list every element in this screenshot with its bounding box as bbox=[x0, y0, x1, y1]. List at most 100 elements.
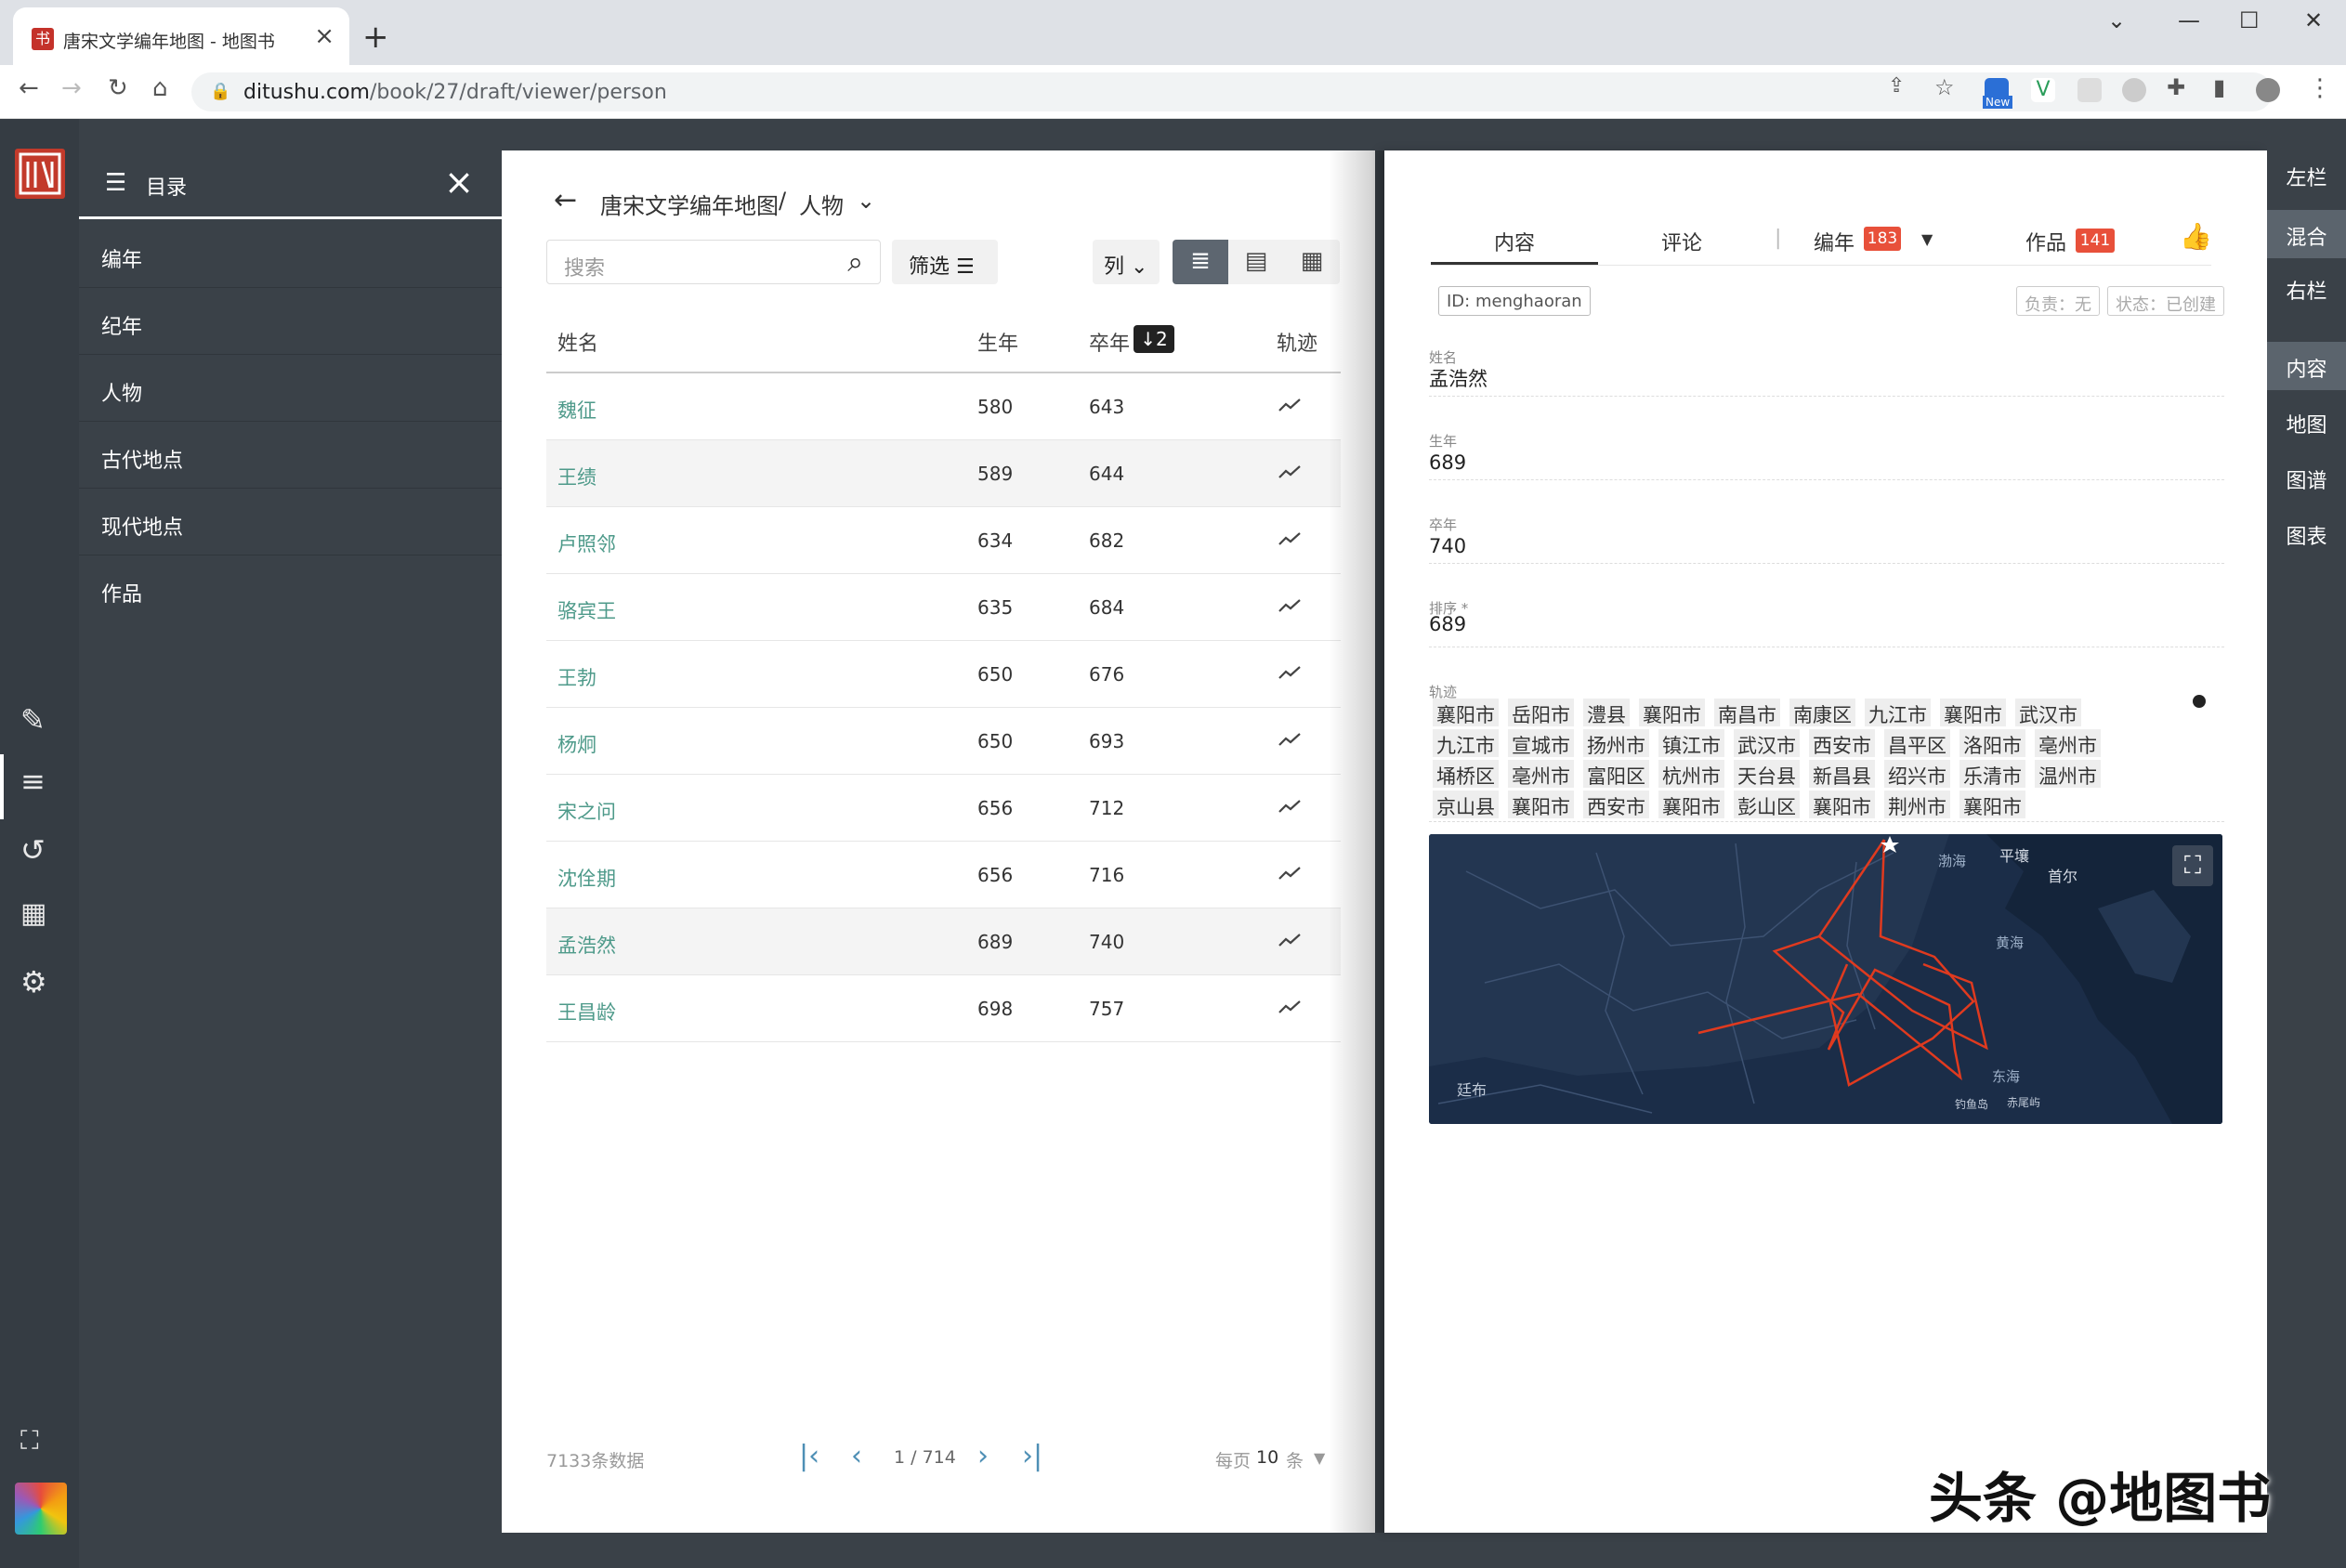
person-name-link[interactable]: 王绩 bbox=[557, 463, 596, 490]
columns-dropdown[interactable]: 列 ⌄ bbox=[1093, 240, 1160, 284]
filter-button[interactable]: 筛选 ☰ bbox=[892, 240, 998, 284]
breadcrumb-chevron-down-icon[interactable]: ⌄ bbox=[857, 188, 875, 214]
like-thumb-icon[interactable]: 👍 bbox=[2180, 221, 2212, 252]
trend-line-icon[interactable] bbox=[1277, 927, 1303, 953]
table-row[interactable]: 孟浩然 689 740 bbox=[546, 908, 1341, 975]
person-name-link[interactable]: 沈佺期 bbox=[557, 864, 616, 892]
track-place-tag[interactable]: 襄阳市 bbox=[1433, 699, 1499, 726]
person-name-link[interactable]: 杨炯 bbox=[557, 730, 596, 758]
per-page-caret-icon[interactable]: ▼ bbox=[1314, 1449, 1325, 1467]
person-name-link[interactable]: 王昌龄 bbox=[557, 998, 616, 1026]
track-place-tag[interactable]: 埇桥区 bbox=[1433, 760, 1499, 788]
layout-right-button[interactable]: 右栏 bbox=[2267, 275, 2346, 312]
track-place-tag[interactable]: 南昌市 bbox=[1714, 699, 1780, 726]
table-row[interactable]: 魏征 580 643 bbox=[546, 373, 1341, 440]
track-place-tag[interactable]: 宣城市 bbox=[1508, 729, 1574, 757]
toc-item-people[interactable]: 人物 bbox=[79, 355, 502, 422]
track-place-tag[interactable]: 新昌县 bbox=[1809, 760, 1875, 788]
track-place-tag[interactable]: 亳州市 bbox=[1508, 760, 1574, 788]
last-page-icon[interactable]: ›| bbox=[1022, 1440, 1042, 1472]
toc-menu-icon[interactable]: ≡ bbox=[20, 764, 46, 799]
new-tab-icon[interactable]: + bbox=[362, 19, 389, 56]
minimize-window-icon[interactable]: — bbox=[2178, 7, 2200, 33]
track-place-tag[interactable]: 襄阳市 bbox=[1940, 699, 2006, 726]
extension-shield-icon[interactable] bbox=[2122, 78, 2146, 102]
tab-works[interactable]: 作品 bbox=[2025, 227, 2066, 256]
view-content-button[interactable]: 内容 bbox=[2267, 342, 2346, 390]
column-header-born[interactable]: 生年 bbox=[977, 327, 1018, 357]
track-place-tag[interactable]: 亳州市 bbox=[2035, 729, 2101, 757]
back-arrow-icon[interactable]: ← bbox=[554, 184, 577, 216]
settings-gear-icon[interactable]: ⚙ bbox=[20, 964, 47, 1000]
track-place-tag[interactable]: 昌平区 bbox=[1884, 729, 1950, 757]
track-place-tag[interactable]: 襄阳市 bbox=[1639, 699, 1705, 726]
map-fullscreen-icon[interactable]: ⛶ bbox=[2172, 845, 2213, 886]
person-name-link[interactable]: 王勃 bbox=[557, 663, 596, 691]
toc-item-modern-places[interactable]: 现代地点 bbox=[79, 489, 502, 555]
toc-item-era[interactable]: 纪年 bbox=[79, 288, 502, 355]
trend-line-icon[interactable] bbox=[1277, 793, 1303, 819]
table-row[interactable]: 王绩 589 644 bbox=[546, 440, 1341, 507]
track-place-tag[interactable]: 武汉市 bbox=[1734, 729, 1800, 757]
track-place-tag[interactable]: 澧县 bbox=[1583, 699, 1630, 726]
trend-line-icon[interactable] bbox=[1277, 526, 1303, 552]
browser-tab[interactable]: 书 唐宋文学编年地图 - 地图书 × bbox=[13, 7, 349, 65]
track-map[interactable]: 渤海 平壤 首尔 黄海 东海 钓鱼岛 赤尾屿 廷布 ⛶ bbox=[1429, 834, 2222, 1124]
home-icon[interactable]: ⌂ bbox=[152, 74, 168, 102]
breadcrumb-book[interactable]: 唐宋文学编年地图 bbox=[600, 188, 779, 220]
column-header-died[interactable]: 卒年 bbox=[1089, 327, 1130, 357]
table-row[interactable]: 王勃 650 676 bbox=[546, 641, 1341, 708]
trend-line-icon[interactable] bbox=[1277, 593, 1303, 619]
fullscreen-icon[interactable]: ⛶ bbox=[20, 1425, 39, 1457]
track-place-tag[interactable]: 襄阳市 bbox=[1658, 791, 1724, 818]
column-header-name[interactable]: 姓名 bbox=[557, 327, 598, 357]
sort-badge[interactable]: ↓2 bbox=[1134, 325, 1174, 353]
track-place-tag[interactable]: 京山县 bbox=[1433, 791, 1499, 818]
view-map-button[interactable]: 地图 bbox=[2267, 409, 2346, 446]
tab-content[interactable]: 内容 bbox=[1494, 227, 1535, 256]
trend-line-icon[interactable] bbox=[1277, 860, 1303, 886]
person-name-link[interactable]: 卢照邻 bbox=[557, 529, 616, 557]
track-place-tag[interactable]: 襄阳市 bbox=[1809, 791, 1875, 818]
toc-item-ancient-places[interactable]: 古代地点 bbox=[79, 422, 502, 489]
track-place-tag[interactable]: 镇江市 bbox=[1658, 729, 1724, 757]
browser-menu-icon[interactable]: ⋮ bbox=[2308, 74, 2332, 102]
field-value-born[interactable]: 689 bbox=[1429, 451, 1466, 474]
per-page-select[interactable]: 10 bbox=[1256, 1447, 1278, 1468]
extension-v-icon[interactable]: V bbox=[2031, 78, 2055, 102]
close-tab-icon[interactable]: × bbox=[314, 22, 334, 50]
trend-line-icon[interactable] bbox=[1277, 726, 1303, 752]
reload-icon[interactable]: ↻ bbox=[108, 74, 128, 102]
table-row[interactable]: 杨炯 650 693 bbox=[546, 708, 1341, 775]
search-input[interactable]: 搜索 ⌕ bbox=[546, 240, 881, 284]
track-place-tag[interactable]: 荆州市 bbox=[1884, 791, 1950, 818]
view-graph-button[interactable]: 图谱 bbox=[2267, 464, 2346, 502]
track-place-tag[interactable]: 九江市 bbox=[1433, 729, 1499, 757]
apps-grid-icon[interactable]: ▦ bbox=[20, 897, 46, 930]
share-icon[interactable]: ⇪ bbox=[1888, 74, 1905, 98]
person-name-link[interactable]: 孟浩然 bbox=[557, 931, 616, 959]
extensions-puzzle-icon[interactable]: ✚ bbox=[2167, 74, 2185, 100]
track-place-tag[interactable]: 扬州市 bbox=[1583, 729, 1649, 757]
track-place-tag[interactable]: 南康区 bbox=[1789, 699, 1855, 726]
search-icon[interactable]: ⌕ bbox=[847, 246, 863, 279]
track-place-tag[interactable]: 富阳区 bbox=[1583, 760, 1649, 788]
app-logo[interactable] bbox=[15, 149, 65, 199]
field-value-order[interactable]: 689 bbox=[1429, 613, 1466, 635]
brand-mosaic-icon[interactable] bbox=[15, 1483, 67, 1535]
forward-icon[interactable]: → bbox=[61, 74, 82, 102]
chronicle-caret-icon[interactable]: ▼ bbox=[1921, 230, 1933, 248]
trend-line-icon[interactable] bbox=[1277, 994, 1303, 1020]
person-name-link[interactable]: 宋之问 bbox=[557, 797, 616, 825]
next-page-icon[interactable]: › bbox=[977, 1440, 989, 1472]
track-place-tag[interactable]: 天台县 bbox=[1734, 760, 1800, 788]
field-value-name[interactable]: 孟浩然 bbox=[1429, 364, 1488, 392]
side-panel-icon[interactable]: ▮ bbox=[2213, 74, 2225, 100]
layout-mixed-button[interactable]: 混合 bbox=[2267, 210, 2346, 258]
detail-view-icon[interactable]: ▤ bbox=[1228, 240, 1284, 284]
table-row[interactable]: 宋之问 656 712 bbox=[546, 775, 1341, 842]
person-name-link[interactable]: 魏征 bbox=[557, 396, 596, 424]
first-page-icon[interactable]: |‹ bbox=[799, 1440, 819, 1472]
toc-item-chronicle[interactable]: 编年 bbox=[79, 221, 502, 288]
track-place-tag[interactable]: 西安市 bbox=[1583, 791, 1649, 818]
